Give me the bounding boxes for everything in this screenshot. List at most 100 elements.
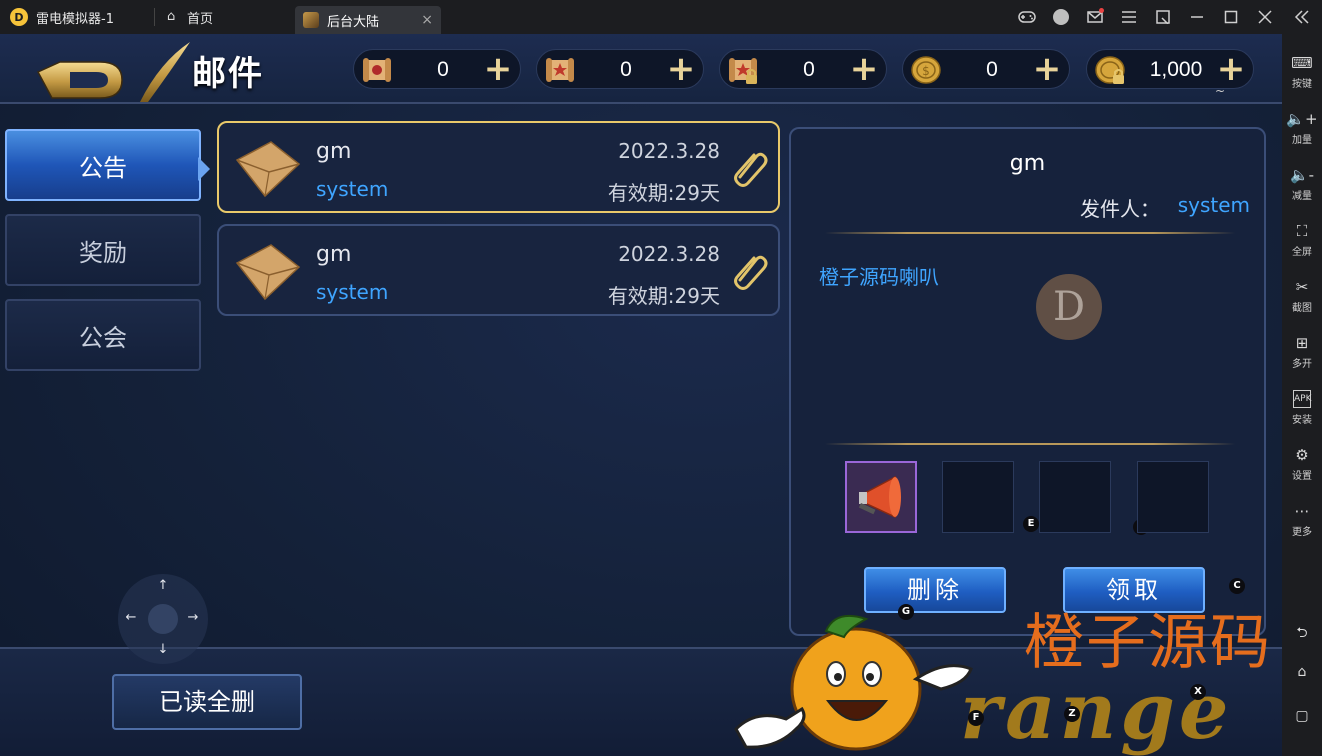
title-bar: D 雷电模拟器-1 ⌂ 首页 后台大陆 × — [0, 0, 1322, 34]
delete-all-read-button[interactable]: 已读全删 — [112, 674, 302, 730]
add-resource-button[interactable]: + — [665, 52, 697, 86]
add-resource-button[interactable]: + — [1031, 52, 1063, 86]
game-emblem-icon[interactable] — [30, 42, 200, 102]
home-icon: ⌂ — [167, 9, 176, 24]
arrow-left-icon: ← — [125, 610, 137, 625]
key-hint-c: C — [1229, 578, 1245, 594]
app-title: 雷电模拟器-1 — [36, 11, 114, 27]
divider — [825, 443, 1235, 445]
arrow-down-icon: ↓ — [157, 642, 169, 657]
tab-game[interactable]: 后台大陆 × — [295, 6, 441, 34]
mail-title: gm — [316, 242, 352, 267]
seal-logo: D — [1036, 274, 1102, 340]
home-nav-icon[interactable]: ⌂ — [1292, 664, 1312, 682]
add-resource-button[interactable]: + — [1215, 52, 1247, 86]
mail-expiry: 有效期:29天 — [607, 284, 720, 308]
key-hint-f: F — [968, 710, 984, 726]
dpad-control[interactable]: ↑ ↓ ← → — [118, 574, 208, 664]
attachment-slot[interactable] — [942, 461, 1014, 533]
watermark-brand: range — [960, 666, 1233, 756]
tab-close-icon[interactable]: × — [421, 12, 433, 28]
back-nav-icon[interactable]: ⮌ — [1292, 622, 1312, 641]
menu-icon[interactable] — [1112, 0, 1146, 34]
mail-icon[interactable] — [1078, 0, 1112, 34]
key-hint-z: Z — [1064, 706, 1080, 722]
mail-item[interactable]: gm system 2022.3.28 有效期:29天 — [217, 121, 780, 213]
mail-item[interactable]: gm system 2022.3.28 有效期:29天 — [217, 224, 780, 316]
apk-icon: APK — [1293, 390, 1312, 408]
scissors-icon: ✂ — [1295, 278, 1309, 296]
attachment-slot[interactable] — [1039, 461, 1111, 533]
sidebar-label: 减量 — [1292, 191, 1312, 202]
tab-announcement[interactable]: 公告 — [5, 129, 201, 201]
tilde-hint: ~ — [1215, 84, 1226, 98]
volume-down-icon: 🔈- — [1289, 166, 1315, 184]
sidebar-item-more[interactable]: ⋯ 更多 — [1282, 502, 1322, 538]
mail-sender: system — [316, 280, 389, 304]
mail-title: gm — [316, 139, 352, 164]
tab-home[interactable]: ⌂ 首页 — [155, 0, 295, 34]
sidebar-item-multi-open[interactable]: ⊞ 多开 — [1282, 334, 1322, 370]
window-controls — [1010, 0, 1322, 34]
resource-pill-gold-locked: 1,000 + ~ — [1086, 49, 1254, 98]
sidebar-item-volume-down[interactable]: 🔈- 减量 — [1282, 166, 1322, 202]
mail-expiry: 有效期:29天 — [607, 181, 720, 205]
mail-detail-panel: gm 发件人： system 橙子源码喇叭 D E R 删除 G 领取 C — [789, 127, 1266, 636]
dpad-center — [148, 604, 178, 634]
key-hint-x: X — [1190, 684, 1206, 700]
pin-window-icon[interactable] — [1146, 0, 1180, 34]
arrow-right-icon: → — [187, 610, 199, 625]
resource-value: 1,000 — [1149, 58, 1203, 81]
game-tab-icon — [303, 12, 319, 28]
attachment-slot[interactable] — [1137, 461, 1209, 533]
sidebar-label: 设置 — [1292, 471, 1312, 482]
detail-title: gm — [1009, 151, 1046, 176]
maximize-icon[interactable] — [1214, 0, 1248, 34]
sidebar-label: 加量 — [1292, 135, 1312, 146]
resource-pill-scroll-locked: 0 + — [719, 49, 887, 89]
resource-value: 0 — [986, 58, 998, 81]
arrow-up-icon: ↑ — [157, 578, 169, 593]
minimize-icon[interactable] — [1180, 0, 1214, 34]
sidebar-item-keymap[interactable]: ⌨ 按键 — [1282, 54, 1322, 90]
add-resource-button[interactable]: + — [848, 52, 880, 86]
tab-guild[interactable]: 公会 — [5, 299, 201, 371]
sidebar-label: 更多 — [1292, 527, 1312, 538]
sidebar-label: 多开 — [1292, 359, 1312, 370]
active-tab-pointer — [198, 157, 210, 181]
megaphone-icon — [858, 475, 901, 519]
keyboard-icon: ⌨ — [1291, 54, 1313, 72]
gamepad-icon[interactable] — [1010, 0, 1044, 34]
account-icon[interactable] — [1044, 0, 1078, 34]
gold-coin-icon: $ — [911, 56, 941, 84]
multi-open-icon: ⊞ — [1295, 334, 1309, 352]
sidebar-item-volume-up[interactable]: 🔈+ 加量 — [1282, 110, 1322, 146]
attachment-icon — [734, 152, 768, 187]
sidebar-item-install[interactable]: APK 安装 — [1282, 390, 1322, 426]
sidebar-item-settings[interactable]: ⚙ 设置 — [1282, 446, 1322, 482]
scroll-icon — [363, 58, 391, 82]
sidebar-label: 安装 — [1292, 415, 1312, 426]
key-hint-e: E — [1023, 516, 1039, 532]
resource-value: 0 — [437, 58, 449, 81]
resource-value: 0 — [620, 58, 632, 81]
sender-label: 发件人： — [1080, 197, 1160, 221]
collapse-sidebar-icon[interactable] — [1282, 0, 1322, 34]
sidebar-item-screenshot[interactable]: ✂ 截图 — [1282, 278, 1322, 314]
scroll-locked-icon — [729, 58, 757, 84]
add-resource-button[interactable]: + — [482, 52, 514, 86]
tab-game-label: 后台大陆 — [327, 14, 380, 30]
page-title: 邮件 — [192, 54, 264, 94]
orange-mascot-watermark — [734, 615, 973, 751]
close-window-icon[interactable] — [1248, 0, 1282, 34]
tab-rewards[interactable]: 奖励 — [5, 214, 201, 286]
svg-text:$: $ — [922, 64, 930, 78]
resource-pill-gold: $ 0 + — [902, 49, 1070, 89]
attachment-slot-horn[interactable] — [845, 461, 917, 533]
recent-apps-icon[interactable]: ▢ — [1292, 708, 1312, 726]
sidebar-item-fullscreen[interactable]: ⛶ 全屏 — [1282, 222, 1322, 258]
emulator-sidebar: ⌨ 按键 🔈+ 加量 🔈- 减量 ⛶ 全屏 ✂ 截图 ⊞ 多开 APK 安装 ⚙… — [1282, 34, 1322, 756]
volume-up-icon: 🔈+ — [1286, 110, 1318, 128]
more-icon: ⋯ — [1294, 502, 1310, 520]
envelope-icon — [235, 141, 301, 198]
